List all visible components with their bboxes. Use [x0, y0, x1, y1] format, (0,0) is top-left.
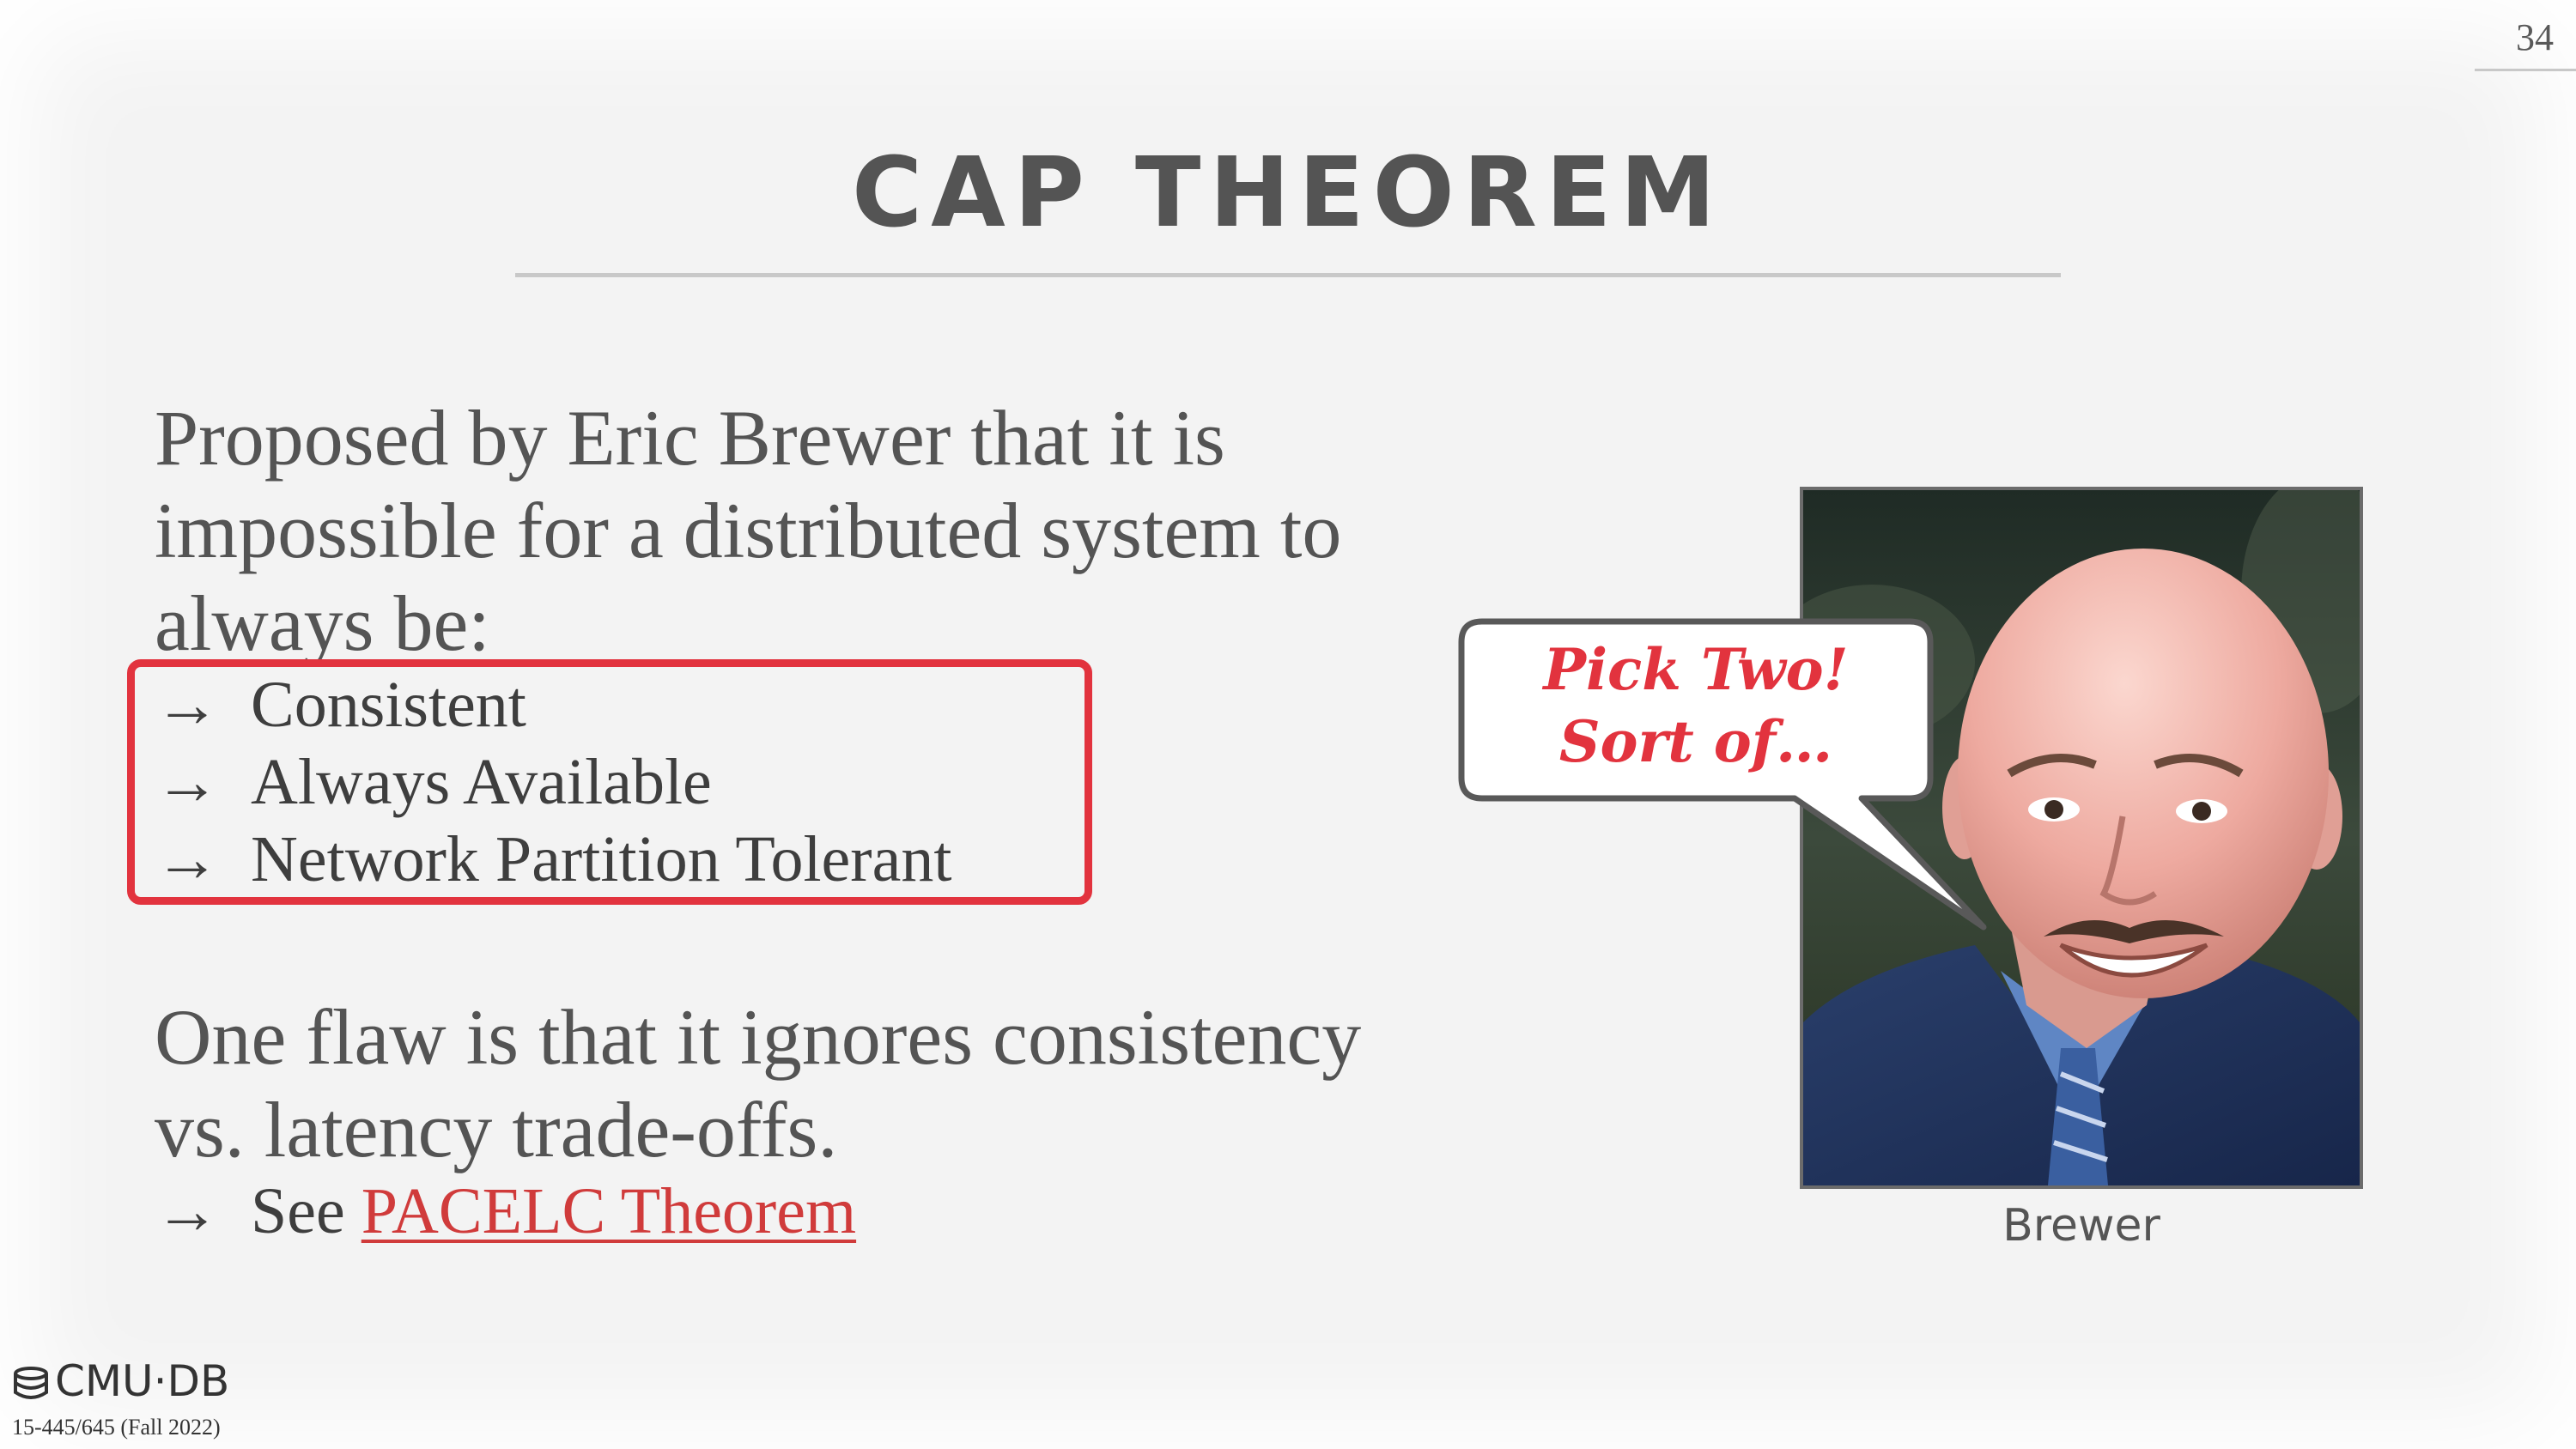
pacelc-theorem-link[interactable]: PACELC Theorem	[361, 1175, 856, 1247]
see-pacelc-item: → See PACELC Theorem	[155, 1174, 856, 1249]
speech-bubble-text: Pick Two! Sort of…	[1461, 634, 1930, 778]
photo-caption: Brewer	[2002, 1200, 2160, 1252]
logo-text: CMU·DB	[55, 1356, 230, 1406]
property-label: Network Partition Tolerant	[251, 823, 952, 895]
intro-line: impossible for a distributed system to	[155, 487, 1342, 574]
arrow-icon: →	[155, 669, 220, 741]
intro-paragraph: Proposed by Eric Brewer that it is impos…	[155, 391, 1341, 670]
property-item-consistent: → Consistent	[155, 668, 526, 743]
course-label: 15-445/645 (Fall 2022)	[12, 1415, 221, 1440]
flaw-paragraph: One flaw is that it ignores consistency …	[155, 991, 1361, 1176]
cmu-db-logo: CMU·DB	[12, 1356, 229, 1406]
property-label: Consistent	[251, 669, 526, 741]
slide: 34 CAP THEOREM Proposed by Eric Brewer t…	[0, 0, 2576, 1449]
flaw-line: One flaw is that it ignores consistency	[155, 993, 1362, 1081]
see-prefix: See	[251, 1175, 345, 1247]
intro-line: always be:	[155, 579, 490, 667]
title-underline	[515, 273, 2061, 277]
arrow-icon: →	[155, 746, 220, 818]
property-label: Always Available	[251, 746, 712, 818]
flaw-line: vs. latency trade-offs.	[155, 1086, 838, 1173]
bubble-line: Sort of…	[1558, 708, 1833, 775]
database-icon	[14, 1367, 48, 1399]
bubble-line: Pick Two!	[1543, 636, 1849, 703]
property-item-available: → Always Available	[155, 745, 712, 820]
intro-line: Proposed by Eric Brewer that it is	[155, 394, 1225, 482]
property-item-partition-tolerant: → Network Partition Tolerant	[155, 822, 951, 897]
page-number-rule	[2475, 69, 2576, 71]
page-number: 34	[2516, 16, 2554, 58]
arrow-icon: →	[155, 1175, 220, 1247]
arrow-icon: →	[155, 823, 220, 895]
slide-title: CAP THEOREM	[851, 137, 1724, 249]
